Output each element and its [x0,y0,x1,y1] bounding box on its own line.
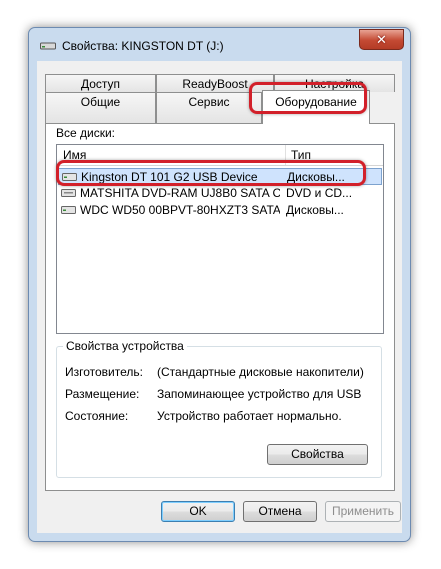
tab-readyboost[interactable]: ReadyBoost [156,74,274,92]
list-item-name: WDC WD50 00BPVT-80HXZT3 SATA ... [80,203,280,217]
tab-sharing[interactable]: Доступ [45,74,156,92]
drive-icon [61,206,76,214]
list-item-name: Kingston DT 101 G2 USB Device [81,170,258,184]
close-button[interactable]: ✕ [359,29,404,50]
tab-label: Настройка [304,77,365,91]
column-header-type[interactable]: Тип [285,145,383,165]
properties-window: Свойства: KINGSTON DT (J:) ✕ Доступ Read… [28,27,411,542]
tab-tools[interactable]: Сервис [156,92,262,123]
status-label: Состояние: [65,409,129,423]
tab-label: ReadyBoost [182,77,248,91]
list-item-matshita[interactable]: MATSHITA DVD-RAM UJ8B0 SATA C... DVD и C… [58,185,382,202]
disk-list[interactable]: Имя Тип Kingston DT 101 G2 USB Device Ди… [56,144,384,334]
hardware-panel: Все диски: Имя Тип Kingston DT 101 G2 US… [45,123,395,491]
list-header: Имя Тип [57,145,383,166]
column-header-name[interactable]: Имя [57,145,285,165]
tab-general[interactable]: Общие [45,92,156,123]
window-title: Свойства: KINGSTON DT (J:) [62,39,224,53]
usb-drive-icon [40,42,56,50]
manufacturer-label: Изготовитель: [65,365,143,379]
manufacturer-value: (Стандартные дисковые накопители) [157,365,364,379]
device-properties-group: Свойства устройства Изготовитель: (Станд… [56,339,382,478]
tab-hardware[interactable]: Оборудование [262,90,370,124]
list-item-type: Дисковы... [287,170,345,184]
list-item-type: Дисковы... [286,203,344,217]
all-disks-label: Все диски: [56,126,116,140]
location-value: Запоминающее устройство для USB [157,387,362,401]
status-value: Устройство работает нормально. [157,409,342,423]
list-item-kingston[interactable]: Kingston DT 101 G2 USB Device Дисковы... [58,168,382,185]
list-item-wdc[interactable]: WDC WD50 00BPVT-80HXZT3 SATA ... Дисковы… [58,202,382,219]
dialog-client-area: Доступ ReadyBoost Настройка Общие Сервис… [37,61,402,533]
title-bar[interactable]: Свойства: KINGSTON DT (J:) ✕ [29,28,410,61]
apply-button[interactable]: Применить [325,501,401,522]
ok-button[interactable]: OK [161,501,235,522]
dvd-drive-icon [61,189,76,197]
tab-label: Общие [80,95,121,109]
drive-icon [62,173,77,181]
tab-label: Сервис [188,95,230,109]
close-icon: ✕ [376,32,387,47]
list-item-name: MATSHITA DVD-RAM UJ8B0 SATA C... [80,186,280,200]
cancel-button[interactable]: Отмена [243,501,317,522]
tab-label: Оборудование [275,95,357,109]
location-label: Размещение: [65,387,140,401]
group-title: Свойства устройства [63,339,187,353]
list-item-type: DVD и CD... [286,186,353,200]
tab-label: Доступ [80,77,121,91]
properties-button[interactable]: Свойства [267,444,368,465]
